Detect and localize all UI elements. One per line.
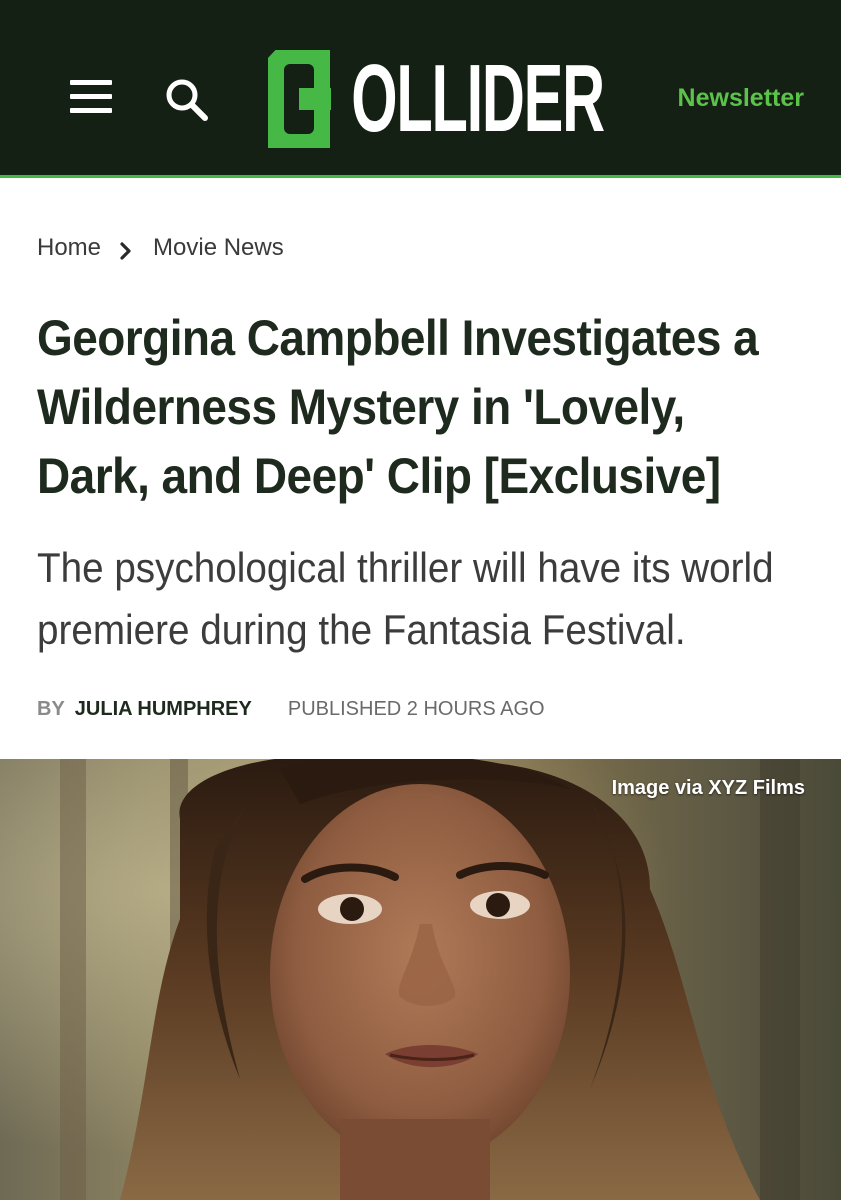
site-header: OLLIDER Newsletter [0, 0, 841, 178]
hero-illustration [0, 759, 841, 1200]
newsletter-link[interactable]: Newsletter [678, 84, 804, 113]
article-subtitle: The psychological thriller will have its… [37, 544, 774, 653]
hero-image: Image via XYZ Films [0, 759, 841, 1200]
published-time: PUBLISHED 2 HOURS AGO [287, 697, 545, 720]
breadcrumb-movie-news[interactable]: Movie News [153, 234, 284, 262]
article-title: Georgina Campbell Investigates a Wildern… [37, 310, 759, 504]
chevron-right-icon [119, 239, 133, 260]
breadcrumb-home[interactable]: Home [37, 234, 101, 262]
article-byline: BY JULIA HUMPHREY PUBLISHED 2 HOURS AGO [37, 695, 545, 723]
menu-bar-middle [70, 94, 112, 99]
author-link[interactable]: JULIA HUMPHREY [75, 698, 252, 721]
hamburger-menu-icon[interactable] [70, 78, 112, 116]
breadcrumb: Home Movie News [37, 232, 284, 264]
byline-prefix: BY [37, 697, 65, 720]
menu-bar-top [70, 80, 112, 85]
logo-wordmark: OLLIDER [336, 45, 605, 152]
search-icon[interactable] [163, 76, 211, 122]
collider-logo[interactable]: OLLIDER [268, 45, 605, 152]
image-credit: Image via XYZ Films [611, 777, 805, 799]
menu-bar-bottom [70, 108, 112, 113]
